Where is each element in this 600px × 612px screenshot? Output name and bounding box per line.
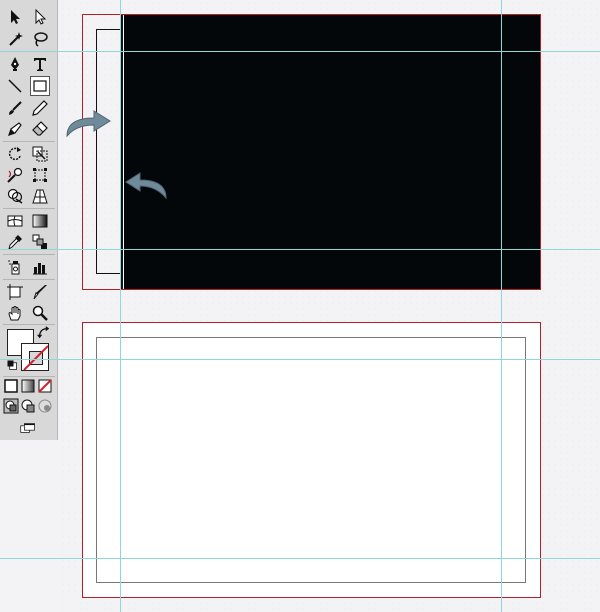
horizontal-guide[interactable] [0, 249, 600, 250]
selection-tool-icon[interactable] [5, 7, 25, 27]
screen-mode-icon[interactable] [17, 420, 39, 436]
line-segment-tool-icon[interactable] [5, 76, 25, 96]
type-tool-icon[interactable] [30, 54, 50, 74]
horizontal-guide[interactable] [0, 558, 600, 559]
swap-fill-stroke-icon[interactable] [37, 326, 51, 339]
vertical-guide[interactable] [501, 0, 502, 612]
curved-arrow-right-icon [66, 110, 111, 138]
tools-panel [0, 0, 58, 440]
bottom-artboard-margin [96, 337, 526, 583]
magic-wand-tool-icon[interactable] [5, 29, 25, 49]
vertical-guide[interactable] [120, 0, 121, 612]
rotate-tool-icon[interactable] [5, 144, 25, 164]
paintbrush-tool-icon[interactable] [5, 98, 25, 118]
draw-inside-icon[interactable] [37, 398, 53, 414]
pencil-tool-icon[interactable] [30, 98, 50, 118]
horizontal-guide[interactable] [0, 359, 600, 360]
rectangle-left-edge [121, 15, 123, 289]
zoom-tool-icon[interactable] [30, 303, 50, 323]
blob-brush-tool-icon[interactable] [5, 119, 25, 139]
direct-selection-tool-icon[interactable] [30, 7, 50, 27]
curved-arrow-left-icon [125, 172, 167, 200]
gradient-tool-icon[interactable] [30, 211, 50, 231]
default-fill-stroke-icon[interactable] [6, 359, 18, 371]
lasso-tool-icon[interactable] [30, 29, 50, 49]
eraser-tool-icon[interactable] [30, 119, 50, 139]
color-mode-icon[interactable] [3, 378, 19, 394]
free-transform-tool-icon[interactable] [30, 165, 50, 185]
gradient-mode-icon[interactable] [20, 378, 36, 394]
scale-tool-icon[interactable] [30, 144, 50, 164]
column-graph-tool-icon[interactable] [30, 257, 50, 277]
pen-tool-icon[interactable] [5, 54, 25, 74]
draw-normal-icon[interactable] [3, 398, 19, 414]
rectangle-tool-icon[interactable] [30, 76, 50, 96]
none-mode-icon[interactable] [37, 378, 53, 394]
stroke-swatch[interactable] [21, 343, 49, 371]
shape-builder-tool-icon[interactable] [5, 186, 25, 206]
horizontal-guide[interactable] [0, 51, 600, 52]
black-background-rectangle[interactable] [124, 15, 540, 289]
slice-tool-icon[interactable] [30, 282, 50, 302]
mesh-tool-icon[interactable] [5, 211, 25, 231]
perspective-grid-tool-icon[interactable] [30, 186, 50, 206]
hand-tool-icon[interactable] [5, 303, 25, 323]
artboard-tool-icon[interactable] [5, 282, 25, 302]
symbol-sprayer-tool-icon[interactable] [5, 257, 25, 277]
warp-tool-icon[interactable] [5, 165, 25, 185]
draw-behind-icon[interactable] [20, 398, 36, 414]
